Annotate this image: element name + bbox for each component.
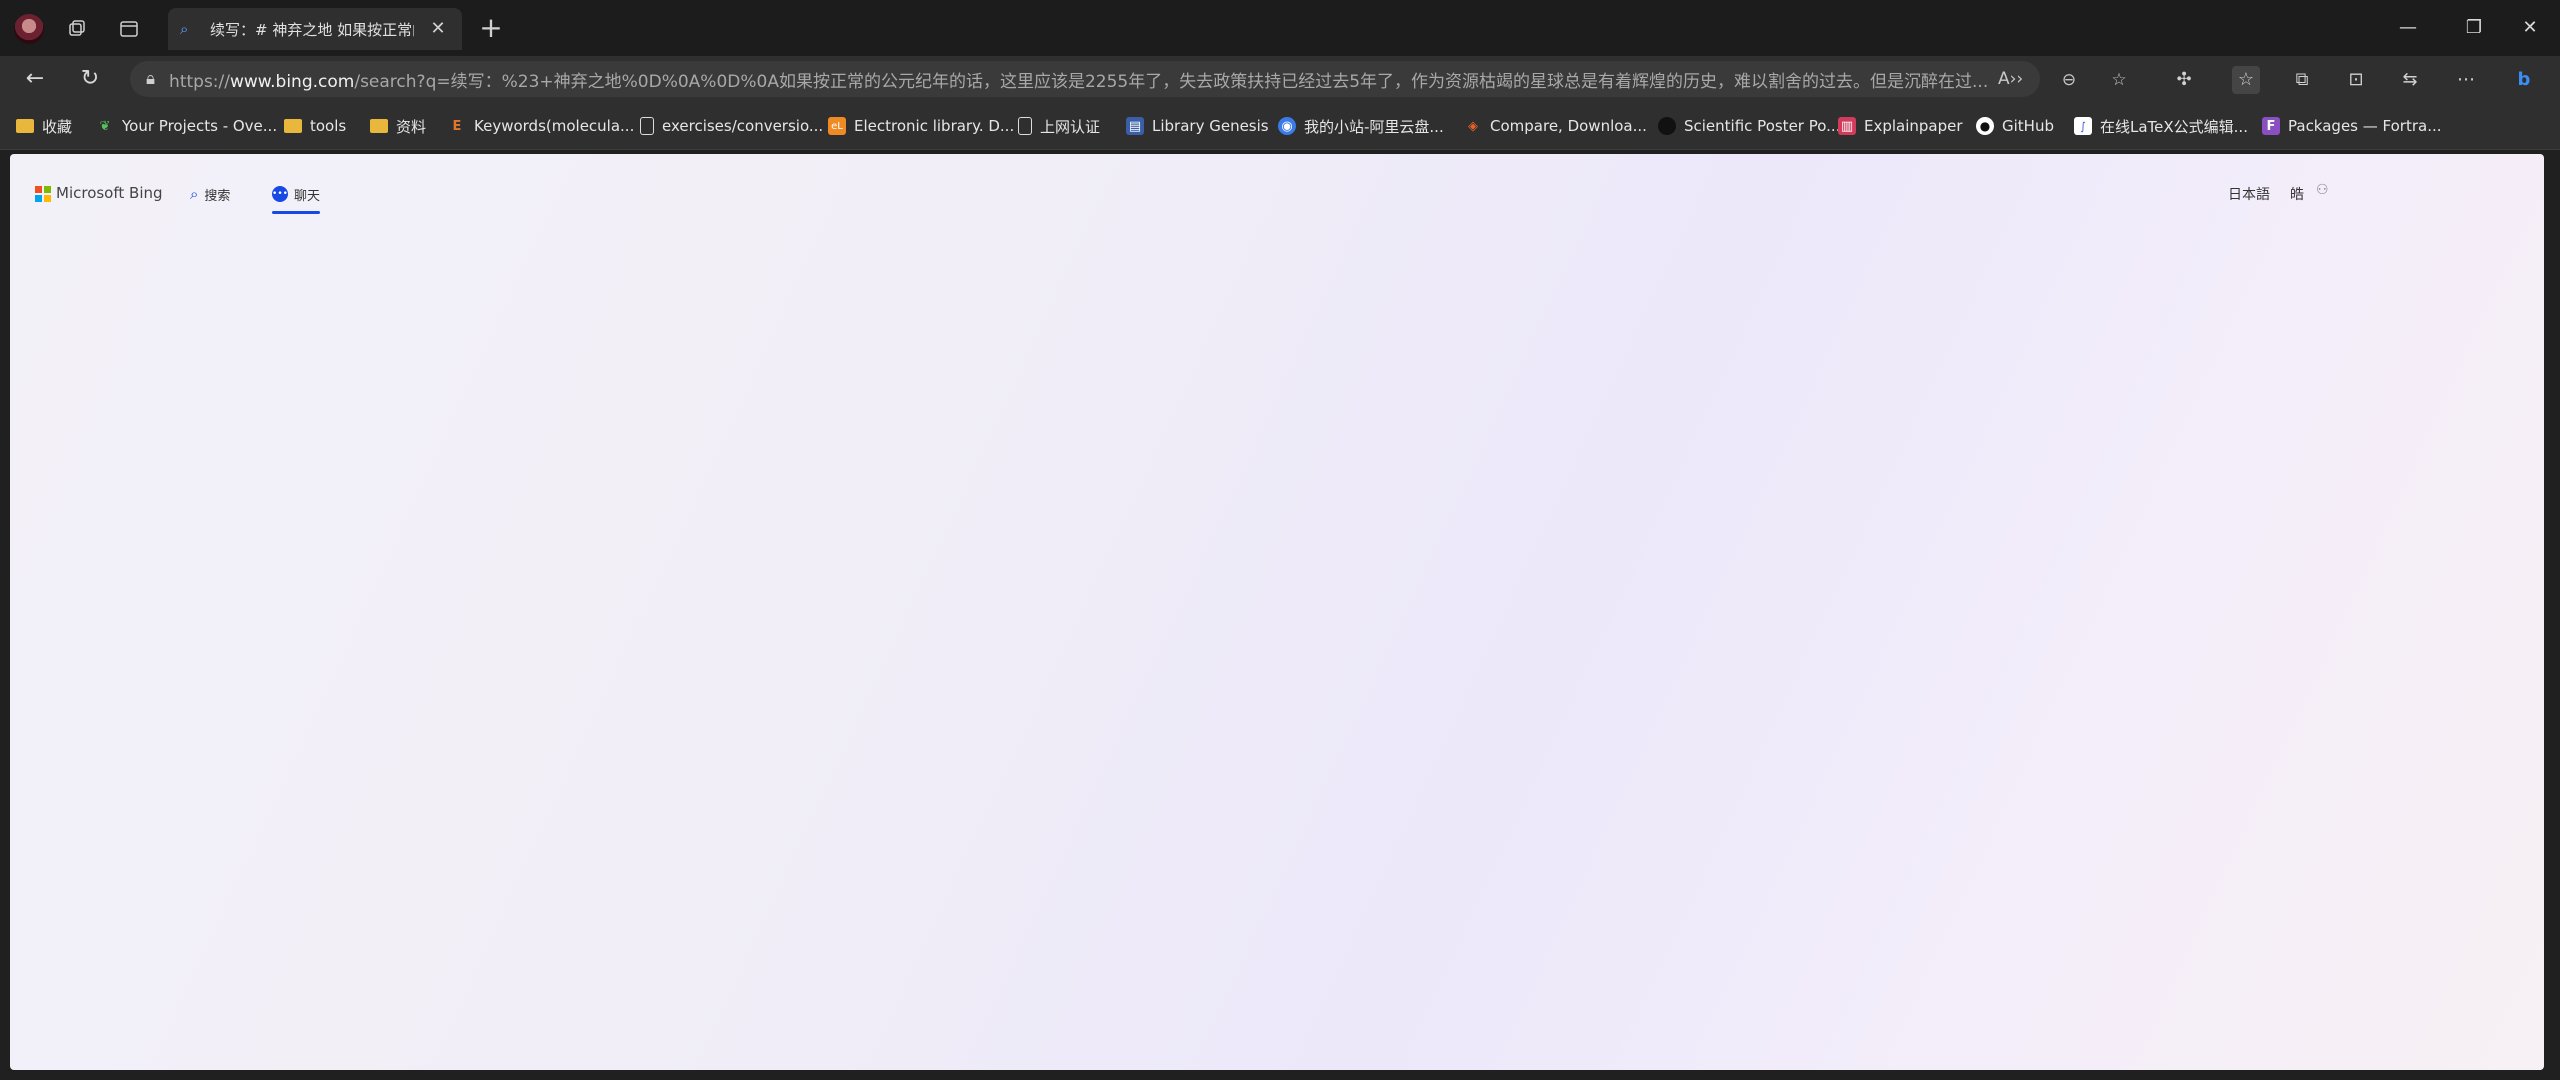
bing-brand[interactable]: Microsoft Bing <box>56 184 163 202</box>
folder-icon <box>16 119 34 133</box>
bookmark-item[interactable]: 上网认证 <box>1018 114 1100 138</box>
bookmark-item[interactable]: tools <box>284 114 346 138</box>
vertical-tabs-icon[interactable] <box>114 14 144 44</box>
active-tab-underline <box>272 211 321 214</box>
more-menu-icon[interactable]: ⋯ <box>2452 66 2480 94</box>
bookmark-item[interactable]: eL Electronic library. D... <box>828 114 1014 138</box>
github-icon: ● <box>1976 117 1994 135</box>
bookmark-item[interactable]: ∫ 在线LaTeX公式编辑... <box>2074 114 2248 138</box>
bookmark-item[interactable]: ▤ Library Genesis <box>1126 114 1269 138</box>
tab-strip: ⌕ 续写：# 神弃之地 如果按正常的 ✕ + — ❐ ✕ <box>0 0 2560 56</box>
workspaces-icon[interactable] <box>62 14 92 44</box>
zoom-out-icon[interactable]: ⊖ <box>2058 69 2080 91</box>
user-name[interactable]: 皓 <box>2290 184 2304 204</box>
minimize-icon[interactable]: — <box>2388 12 2428 44</box>
share-icon[interactable]: ⇆ <box>2396 66 2424 94</box>
aliyun-drive-icon: ◉ <box>1278 117 1296 135</box>
bookmark-item[interactable]: 资料 <box>370 114 426 138</box>
poster-site-icon <box>1658 117 1676 135</box>
bookmark-item[interactable]: ◈ Compare, Downloa... <box>1464 114 1647 138</box>
bookmark-item[interactable]: 收藏 <box>16 114 72 138</box>
fortran-icon: F <box>2262 117 2280 135</box>
search-icon: ⌕ <box>180 20 189 38</box>
url-text: https://www.bing.com/search?q=续写：%23+神弃之… <box>169 71 1989 92</box>
bookmark-item[interactable]: ❦ Your Projects - Ove... <box>96 114 278 138</box>
bookmark-item[interactable]: ▥ Explainpaper <box>1838 114 1963 138</box>
bookmark-item[interactable]: Scientific Poster Po... <box>1658 114 1840 138</box>
microsoft-logo-icon[interactable] <box>35 186 51 202</box>
explainpaper-icon: ▥ <box>1838 117 1856 135</box>
bookmark-item[interactable]: exercises/conversio... <box>640 114 823 138</box>
lock-icon: 🔒︎ <box>146 69 156 89</box>
nav-search[interactable]: ⌕ 搜索 <box>190 183 230 205</box>
elibrary-icon: eL <box>828 117 846 135</box>
collections-icon[interactable]: ⧉ <box>2288 66 2316 94</box>
favorites-icon[interactable]: ☆ <box>2232 66 2260 94</box>
user-icon[interactable]: ⚇ <box>2316 182 2329 198</box>
library-genesis-icon: ▤ <box>1126 117 1144 135</box>
folder-icon <box>284 119 302 133</box>
compare-site-icon: ◈ <box>1468 118 1478 134</box>
overleaf-icon: ❦ <box>99 118 111 134</box>
refresh-icon[interactable]: ↻ <box>75 64 105 94</box>
language-link[interactable]: 日本語 <box>2228 184 2270 204</box>
browser-essentials-icon[interactable]: ⊡ <box>2342 66 2370 94</box>
bookmark-item[interactable]: ◉ 我的小站-阿里云盘... <box>1278 114 1444 138</box>
read-aloud-icon[interactable]: A›› <box>1998 68 2023 90</box>
latex-editor-icon: ∫ <box>2074 117 2092 135</box>
bookmark-item[interactable]: F Packages — Fortra... <box>2262 114 2442 138</box>
profile-avatar[interactable] <box>14 14 44 44</box>
bookmark-item[interactable]: E Keywords(molecula... <box>448 114 635 138</box>
page-icon <box>640 117 654 135</box>
navigation-bar: ← ↻ 🔒︎ https://www.bing.com/search?q=续写：… <box>0 56 2560 102</box>
back-icon[interactable]: ← <box>20 64 50 94</box>
keywords-site-icon: E <box>452 118 462 134</box>
bookmark-item[interactable]: ● GitHub <box>1976 114 2054 138</box>
new-tab-button[interactable]: + <box>476 14 506 44</box>
folder-icon <box>370 119 388 133</box>
restore-icon[interactable]: ❐ <box>2454 12 2494 44</box>
close-tab-icon[interactable]: ✕ <box>426 17 450 41</box>
tab-title: 续写：# 神弃之地 如果按正常的 <box>210 20 414 39</box>
bookmarks-bar: 收藏 ❦ Your Projects - Ove... tools 资料 E Key… <box>0 102 2560 150</box>
extensions-icon[interactable]: ✣ <box>2170 66 2198 94</box>
search-icon: ⌕ <box>190 185 199 203</box>
address-bar[interactable]: 🔒︎ https://www.bing.com/search?q=续写：%23+… <box>130 61 2040 97</box>
close-window-icon[interactable]: ✕ <box>2510 12 2550 44</box>
nav-chat[interactable]: ••• 聊天 <box>272 183 321 214</box>
page-icon <box>1018 117 1032 135</box>
chat-icon: ••• <box>272 186 288 202</box>
favorite-star-icon[interactable]: ☆ <box>2108 69 2130 91</box>
bing-header: Microsoft Bing ⌕ 搜索 ••• 聊天 日本語 皓 ⚇ <box>10 154 2544 230</box>
active-tab[interactable]: ⌕ 续写：# 神弃之地 如果按正常的 ✕ <box>168 8 462 50</box>
bing-copilot-icon[interactable]: b <box>2510 66 2538 94</box>
bing-chat-page: Microsoft Bing ⌕ 搜索 ••• 聊天 日本語 皓 ⚇ <box>10 154 2544 1070</box>
